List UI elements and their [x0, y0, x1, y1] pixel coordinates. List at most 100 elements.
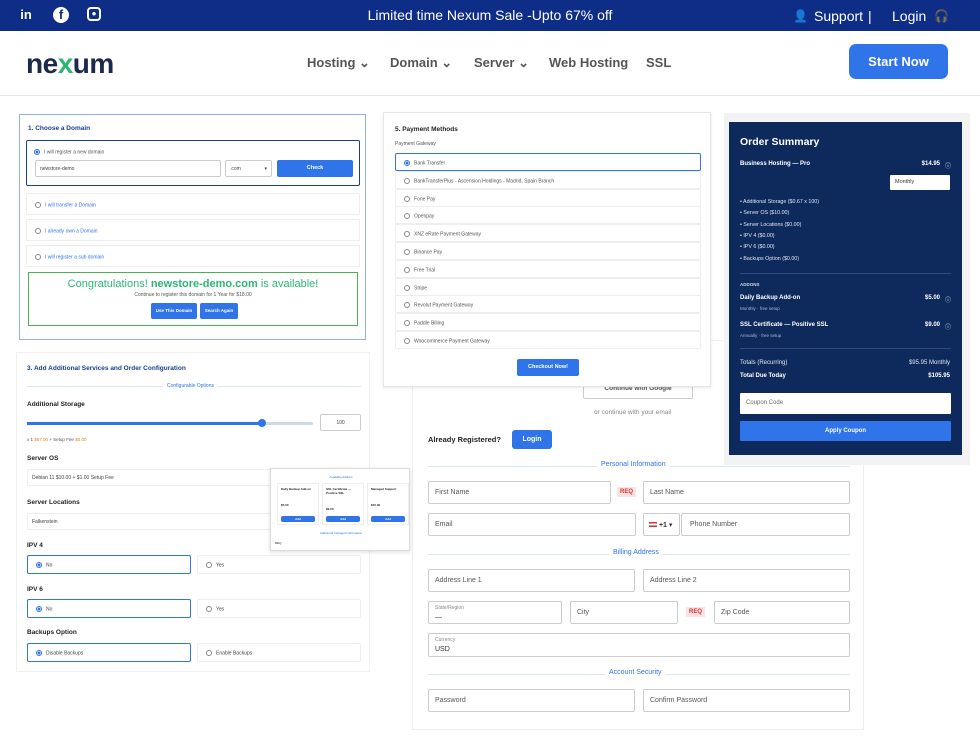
- payment-method[interactable]: Paddle Billing: [395, 313, 701, 332]
- address2-field[interactable]: Address Line 2: [643, 569, 850, 592]
- summary-line-item: • Server OS ($10.00): [740, 210, 790, 217]
- payment-subtitle: Payment Gateway: [395, 141, 436, 147]
- headset-icon[interactable]: 🎧: [934, 9, 949, 23]
- radio[interactable]: [404, 302, 410, 309]
- login-button[interactable]: Login: [512, 430, 552, 449]
- addon-card: Daily Backup Add-on $5.00 Add: [277, 483, 319, 525]
- addons-more-link[interactable]: Additional managed information: [271, 531, 411, 535]
- tld-select[interactable]: .com ▾: [225, 160, 272, 177]
- domain-panel: 1. Choose a Domain I will register a new…: [19, 114, 366, 340]
- radio[interactable]: [404, 320, 410, 327]
- nav-hosting[interactable]: Hosting ⌄: [307, 55, 370, 71]
- address1-field[interactable]: Address Line 1: [428, 569, 635, 592]
- apply-coupon-button[interactable]: Apply Coupon: [740, 421, 951, 441]
- radio[interactable]: [404, 195, 410, 202]
- config-subtitle: Configurable Options: [163, 383, 218, 389]
- radio-register[interactable]: [34, 149, 40, 155]
- transfer-option[interactable]: I will transfer a Domain: [26, 193, 360, 215]
- register-option[interactable]: I will register a new domain newstore-de…: [26, 140, 360, 186]
- product-name: Business Hosting — Pro: [740, 161, 811, 167]
- os-label: Server OS: [27, 455, 59, 462]
- remove-addon-icon[interactable]: ⓘ: [945, 295, 951, 304]
- zip-field[interactable]: Zip Code: [714, 601, 850, 624]
- locations-label: Server Locations: [27, 499, 80, 506]
- radio[interactable]: [404, 231, 410, 238]
- ipv6-no[interactable]: No: [27, 599, 191, 618]
- nav-ssl[interactable]: SSL: [646, 55, 671, 70]
- addon-add-button[interactable]: Add: [371, 516, 405, 522]
- addon1-sub: Monthly · free setup: [740, 306, 780, 311]
- radio[interactable]: [404, 177, 410, 184]
- search-again-button[interactable]: Search Again: [200, 303, 238, 319]
- first-name-field[interactable]: First Name: [428, 481, 611, 504]
- state-select[interactable]: State/Region —: [428, 601, 562, 624]
- payment-method[interactable]: XNZ eRate Payment Gateway: [395, 224, 701, 243]
- addons-popup-title: Available Addons: [329, 475, 353, 479]
- payment-method[interactable]: Fone Pay: [395, 188, 701, 207]
- checkout-button[interactable]: Checkout Now!: [517, 359, 579, 376]
- summary-line-item: • IPV 6 ($0.00): [740, 244, 775, 251]
- continue-text: Continue to register this domain for 1 Y…: [134, 292, 252, 298]
- product-price: $14.95: [921, 161, 940, 167]
- domain-input[interactable]: newstore-demo: [35, 160, 221, 177]
- radio[interactable]: [404, 249, 410, 255]
- ipv4-yes[interactable]: Yes: [197, 555, 361, 574]
- availability-box: Congratulations! newstore-demo.com is av…: [28, 272, 358, 326]
- email-field[interactable]: Email: [428, 513, 636, 536]
- chevron-down-icon: ▾: [264, 166, 267, 172]
- password-field[interactable]: Password: [428, 689, 635, 712]
- phone-field[interactable]: Phone Number: [681, 513, 850, 536]
- radio[interactable]: [404, 284, 410, 291]
- storage-value[interactable]: 100: [320, 414, 361, 431]
- login-link[interactable]: Login: [892, 8, 926, 24]
- coupon-input[interactable]: Coupon Code: [740, 393, 951, 414]
- payment-method[interactable]: Free Trial: [395, 259, 701, 278]
- nav-server[interactable]: Server ⌄: [474, 55, 529, 71]
- info-icon[interactable]: ⓘ: [945, 161, 951, 170]
- start-now-button[interactable]: Start Now: [849, 44, 948, 79]
- nav-web-hosting[interactable]: Web Hosting: [549, 55, 628, 70]
- backup-enable[interactable]: Enable Backups: [197, 643, 361, 662]
- radio[interactable]: [404, 338, 410, 344]
- storage-slider[interactable]: [27, 419, 313, 427]
- radio[interactable]: [404, 160, 410, 166]
- radio[interactable]: [404, 213, 410, 220]
- ipv4-no[interactable]: No: [27, 555, 191, 574]
- top-bar: in f ● Limited time Nexum Sale -Upto 67%…: [0, 0, 980, 31]
- subdomain-option[interactable]: I will register a sub domain: [26, 245, 360, 267]
- addons-popup-badge: REQ: [275, 541, 282, 545]
- last-name-field[interactable]: Last Name: [643, 481, 850, 504]
- backup-disable[interactable]: Disable Backups: [27, 643, 191, 662]
- payment-method[interactable]: Stripe: [395, 277, 701, 296]
- summary-line-item: • Server Locations ($0.00): [740, 221, 802, 228]
- addon-add-button[interactable]: Add: [326, 516, 360, 522]
- country-code-select[interactable]: +1 ▾: [643, 513, 680, 536]
- payment-method[interactable]: Bank Transfer: [395, 153, 701, 171]
- chevron-down-icon: ⌄: [518, 55, 530, 70]
- congrats-text: Congratulations! newstore-demo.com is av…: [67, 278, 319, 290]
- check-button[interactable]: Check: [277, 160, 353, 177]
- payment-method[interactable]: Binance Pay: [395, 242, 701, 260]
- addon-add-button[interactable]: Add: [281, 516, 315, 522]
- support-link[interactable]: Support: [814, 8, 863, 24]
- addon-card-title: Daily Backup Add-on: [281, 487, 312, 491]
- billing-cycle-select[interactable]: Monthly: [890, 175, 950, 190]
- domain-title: 1. Choose a Domain: [28, 125, 91, 132]
- currency-select[interactable]: Currency USD: [428, 633, 850, 657]
- payment-method[interactable]: Woocommerce Payment Gateway: [395, 331, 701, 349]
- payment-method[interactable]: Revolut Payment Gateway: [395, 295, 701, 314]
- nav-domain[interactable]: Domain ⌄: [390, 55, 452, 71]
- use-domain-button[interactable]: Use This Domain: [151, 303, 197, 319]
- payment-method[interactable]: Openpay: [395, 206, 701, 225]
- confirm-password-field[interactable]: Confirm Password: [643, 689, 850, 712]
- city-field[interactable]: City: [570, 601, 678, 624]
- payment-panel: 5. Payment Methods Payment Gateway Bank …: [383, 112, 711, 387]
- or-divider: or continue with your email: [594, 409, 672, 416]
- remove-addon-icon[interactable]: ⓘ: [945, 322, 951, 331]
- own-option[interactable]: I already own a Domain: [26, 219, 360, 241]
- summary-line-item: • IPV 4 ($0.00): [740, 232, 775, 239]
- logo[interactable]: nexum: [26, 48, 114, 80]
- ipv6-yes[interactable]: Yes: [197, 599, 361, 618]
- payment-method[interactable]: BankTransferPlus - Ascension Holdings - …: [395, 170, 701, 189]
- radio[interactable]: [404, 266, 410, 273]
